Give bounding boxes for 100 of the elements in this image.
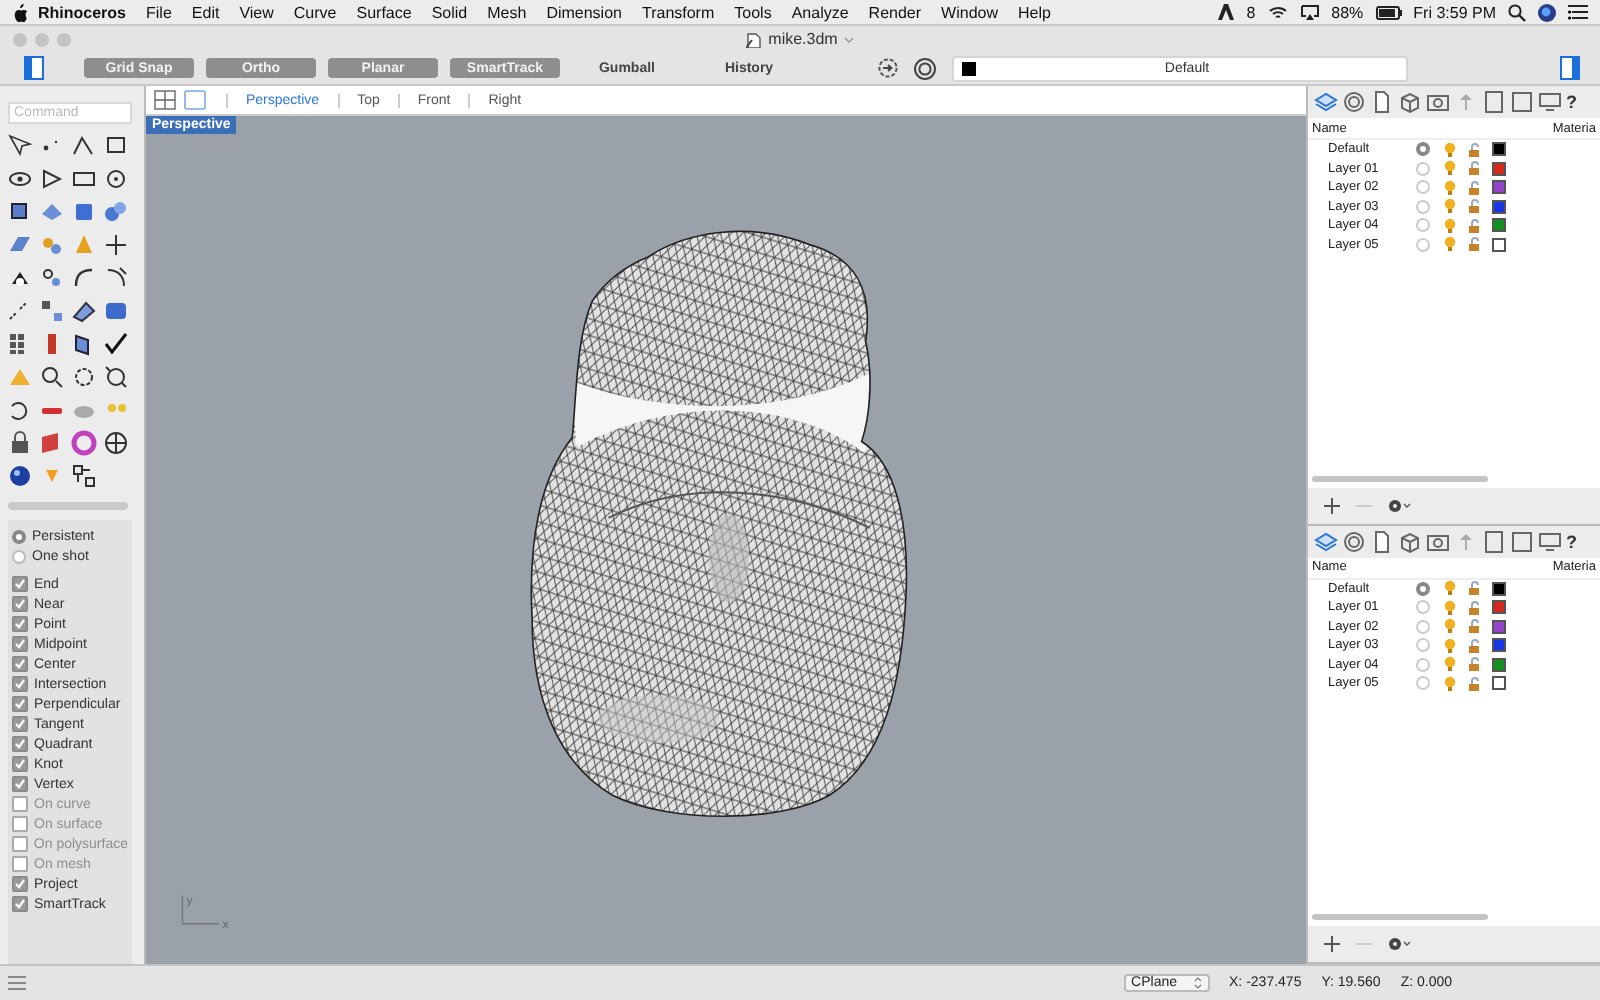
checkbox[interactable] — [12, 636, 28, 652]
layer-color-swatch[interactable] — [1492, 199, 1506, 214]
lightbulb-icon[interactable] — [1444, 656, 1456, 673]
menu-item[interactable]: Window — [931, 3, 1008, 21]
help-button[interactable]: ? — [1566, 531, 1577, 551]
current-layer-radio[interactable] — [1416, 657, 1430, 672]
menu-item[interactable]: Solid — [421, 3, 478, 21]
checkbox[interactable] — [12, 696, 28, 712]
single-view-icon[interactable] — [184, 90, 206, 110]
search-icon[interactable] — [1508, 3, 1526, 21]
padlock-icon[interactable] — [1468, 160, 1482, 177]
menu-item[interactable]: Curve — [283, 3, 347, 21]
menu-icon[interactable] — [8, 976, 26, 990]
current-layer-radio[interactable] — [1416, 237, 1430, 252]
layer-color-swatch[interactable] — [1492, 600, 1506, 615]
checkbox[interactable] — [12, 756, 28, 772]
lightbulb-icon[interactable] — [1444, 618, 1456, 635]
current-layer-radio[interactable] — [1416, 180, 1430, 195]
padlock-icon[interactable] — [1468, 618, 1482, 635]
menu-item[interactable]: Dimension — [536, 3, 632, 21]
app-menu[interactable]: Rhinoceros — [28, 3, 137, 21]
menu-item[interactable]: Render — [858, 3, 932, 21]
gear-icon[interactable] — [1388, 936, 1412, 952]
layer-color-swatch[interactable] — [1492, 142, 1506, 157]
current-layer-radio[interactable] — [1416, 600, 1430, 615]
checkbox[interactable] — [12, 596, 28, 612]
orb-icon[interactable] — [1538, 3, 1556, 21]
lightbulb-icon[interactable] — [1444, 236, 1456, 253]
layer-color-swatch[interactable] — [1492, 180, 1506, 195]
radio-button[interactable] — [12, 529, 26, 543]
tablet-icon[interactable] — [1482, 529, 1506, 553]
padlock-icon[interactable] — [1468, 179, 1482, 196]
menu-item[interactable]: View — [229, 3, 284, 21]
menu-item[interactable]: Tools — [724, 3, 782, 21]
layer-color-swatch[interactable] — [1492, 676, 1506, 691]
camera-icon[interactable] — [1426, 529, 1450, 553]
lightbulb-icon[interactable] — [1444, 580, 1456, 597]
menu-item[interactable]: File — [136, 3, 182, 21]
chevron-down-icon[interactable] — [843, 35, 854, 43]
menu-item[interactable]: Edit — [181, 3, 230, 21]
layers-icon[interactable] — [1314, 529, 1338, 553]
square-icon[interactable] — [1510, 90, 1534, 114]
lightbulb-icon[interactable] — [1444, 217, 1456, 234]
target-icon[interactable] — [914, 57, 936, 79]
battery-icon[interactable] — [1375, 5, 1402, 19]
plus-icon[interactable] — [1324, 936, 1340, 952]
menu-clock[interactable]: Fri 3:59 PM — [1413, 3, 1496, 21]
lightbulb-icon[interactable] — [1444, 160, 1456, 177]
sidebar-toggle-icon[interactable] — [24, 56, 44, 80]
four-view-icon[interactable] — [154, 90, 176, 110]
padlock-icon[interactable] — [1468, 217, 1482, 234]
padlock-icon[interactable] — [1468, 637, 1482, 654]
gear-icon[interactable] — [1388, 497, 1412, 513]
padlock-icon[interactable] — [1468, 198, 1482, 215]
layer-color-swatch[interactable] — [1492, 237, 1506, 252]
menu-item[interactable]: Help — [1008, 3, 1061, 21]
circle-arrow-icon[interactable] — [878, 58, 898, 78]
checkbox[interactable] — [12, 896, 28, 912]
checkbox[interactable] — [12, 716, 28, 732]
menu-item[interactable]: Surface — [346, 3, 422, 21]
page-icon[interactable] — [1370, 90, 1394, 114]
current-layer-radio[interactable] — [1416, 161, 1430, 176]
current-layer-radio[interactable] — [1416, 619, 1430, 634]
lightbulb-icon[interactable] — [1444, 675, 1456, 692]
page-icon[interactable] — [1370, 529, 1394, 553]
lightbulb-icon[interactable] — [1444, 599, 1456, 616]
layer-color-swatch[interactable] — [1492, 218, 1506, 233]
current-layer-radio[interactable] — [1416, 638, 1430, 653]
checkbox[interactable] — [12, 576, 28, 592]
padlock-icon[interactable] — [1468, 236, 1482, 253]
padlock-icon[interactable] — [1468, 656, 1482, 673]
monitor-icon[interactable] — [1538, 529, 1562, 553]
current-layer-radio[interactable] — [1416, 199, 1430, 214]
layer-color-swatch[interactable] — [1492, 161, 1506, 176]
ring-icon[interactable] — [1342, 529, 1366, 553]
current-layer-radio[interactable] — [1416, 581, 1430, 596]
monitor-icon[interactable] — [1538, 90, 1562, 114]
radio-button[interactable] — [12, 549, 26, 563]
panel-toggle-icon[interactable] — [1560, 56, 1580, 80]
wifi-icon[interactable] — [1267, 4, 1288, 20]
layer-color-swatch[interactable] — [1492, 638, 1506, 653]
current-layer-radio[interactable] — [1416, 218, 1430, 233]
padlock-icon[interactable] — [1468, 580, 1482, 597]
plus-icon[interactable] — [1324, 497, 1340, 513]
current-layer-radio[interactable] — [1416, 676, 1430, 691]
layers-icon[interactable] — [1314, 90, 1338, 114]
tablet-icon[interactable] — [1482, 90, 1506, 114]
current-layer-radio[interactable] — [1416, 142, 1430, 157]
checkbox[interactable] — [12, 736, 28, 752]
menu-item[interactable]: Transform — [631, 3, 725, 21]
layer-color-swatch[interactable] — [1492, 657, 1506, 672]
checkbox[interactable] — [12, 776, 28, 792]
camera-icon[interactable] — [1426, 90, 1450, 114]
checkbox[interactable] — [12, 616, 28, 632]
lightbulb-icon[interactable] — [1444, 198, 1456, 215]
help-button[interactable]: ? — [1566, 92, 1577, 112]
padlock-icon[interactable] — [1468, 599, 1482, 616]
menu-item[interactable]: Analyze — [781, 3, 859, 21]
menu-item[interactable]: Mesh — [477, 3, 537, 21]
square-icon[interactable] — [1510, 529, 1534, 553]
